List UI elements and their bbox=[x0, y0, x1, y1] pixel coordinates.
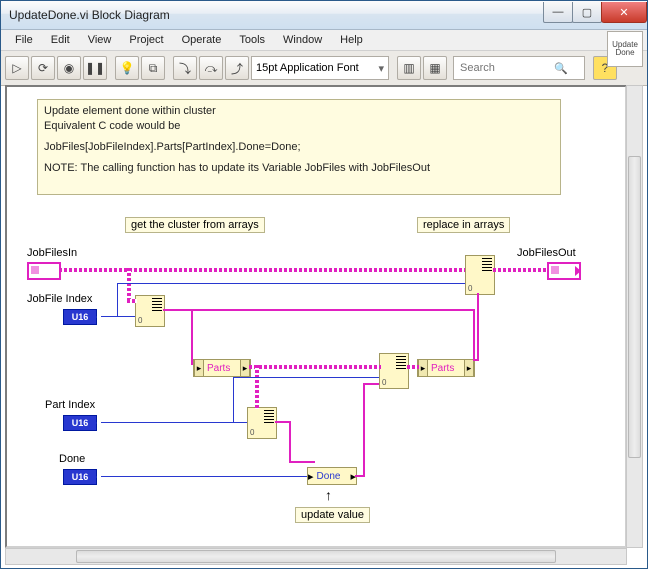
scroll-thumb[interactable] bbox=[628, 156, 641, 458]
window-title: UpdateDone.vi Block Diagram bbox=[9, 8, 544, 22]
maximize-button[interactable]: ▢ bbox=[572, 2, 602, 23]
wire bbox=[407, 365, 419, 369]
menu-operate[interactable]: Operate bbox=[174, 32, 230, 48]
font-label: 15pt Application Font bbox=[256, 62, 359, 74]
diagram: Update element done within cluster Equiv… bbox=[7, 87, 625, 546]
window-buttons: — ▢ ✕ bbox=[544, 2, 647, 22]
wire bbox=[289, 421, 291, 461]
wire bbox=[473, 309, 475, 359]
scroll-thumb[interactable] bbox=[76, 550, 556, 563]
wire bbox=[191, 309, 193, 365]
wire-blue bbox=[233, 377, 234, 422]
diagram-comment[interactable]: Update element done within cluster Equiv… bbox=[37, 99, 561, 195]
abort-button[interactable]: ◉ bbox=[57, 56, 81, 80]
distribute-button[interactable]: ▦ bbox=[423, 56, 447, 80]
label-done: Done bbox=[59, 453, 85, 465]
wire bbox=[355, 475, 365, 477]
label-replace[interactable]: replace in arrays bbox=[417, 217, 510, 233]
menu-edit[interactable]: Edit bbox=[43, 32, 78, 48]
label-get-cluster[interactable]: get the cluster from arrays bbox=[125, 217, 265, 233]
search-icon: 🔍 bbox=[554, 62, 568, 75]
label-jobfileindex: JobFile Index bbox=[27, 293, 92, 305]
block-diagram-canvas[interactable]: Update element done within cluster Equiv… bbox=[5, 85, 627, 548]
label-partindex: Part Index bbox=[45, 399, 95, 411]
bundle-handle-l: ▸ bbox=[418, 360, 428, 376]
pause-button[interactable]: ❚❚ bbox=[83, 56, 107, 80]
label-jobfilesin: JobFilesIn bbox=[27, 247, 77, 259]
node-index-array-1[interactable]: 0 bbox=[135, 295, 165, 327]
wire bbox=[275, 421, 291, 423]
bundle-handle-r: ▸ bbox=[464, 360, 474, 376]
titlebar[interactable]: UpdateDone.vi Block Diagram — ▢ ✕ bbox=[1, 1, 647, 30]
node-replace-array-2[interactable]: 0 bbox=[379, 353, 409, 389]
vi-icon[interactable]: Update Done bbox=[607, 31, 643, 67]
node-bundle-parts[interactable]: ▸ Parts ▸ bbox=[417, 359, 475, 377]
highlight-exec-button[interactable]: 💡 bbox=[115, 56, 139, 80]
toolbar: ▷ ⟳ ◉ ❚❚ 💡 ⧉ ⤵ ⤼ ⤴ 15pt Application Font… bbox=[1, 51, 647, 86]
unbundle-handle-l: ▸ bbox=[194, 360, 204, 376]
wire-blue bbox=[117, 283, 465, 284]
menu-help[interactable]: Help bbox=[332, 32, 371, 48]
wire-blue bbox=[101, 476, 307, 477]
node-bundle-done[interactable]: ▸ Done ▸ bbox=[307, 467, 357, 485]
menubar: File Edit View Project Operate Tools Win… bbox=[1, 30, 647, 51]
retain-wire-button[interactable]: ⧉ bbox=[141, 56, 165, 80]
wire bbox=[255, 365, 259, 409]
wire-blue bbox=[101, 422, 247, 423]
arrow-up-icon: ↑ bbox=[325, 487, 332, 503]
wire bbox=[249, 365, 381, 369]
control-done[interactable]: U16 bbox=[63, 469, 97, 485]
unbundle-field: Parts bbox=[204, 363, 233, 374]
label-jobfilesout: JobFilesOut bbox=[517, 247, 576, 259]
bundle-field-parts: Parts bbox=[428, 363, 457, 374]
wire bbox=[127, 299, 137, 303]
node-unbundle-parts[interactable]: ▸ Parts ▸ bbox=[193, 359, 251, 377]
control-partindex[interactable]: U16 bbox=[63, 415, 97, 431]
wire-blue bbox=[117, 283, 118, 316]
minimize-button[interactable]: — bbox=[543, 2, 573, 23]
control-jobfilesin[interactable] bbox=[27, 262, 61, 280]
run-continuous-button[interactable]: ⟳ bbox=[31, 56, 55, 80]
menu-project[interactable]: Project bbox=[121, 32, 171, 48]
wire bbox=[363, 383, 365, 475]
wire bbox=[477, 293, 479, 359]
label-update-value[interactable]: update value bbox=[295, 507, 370, 523]
search-box[interactable]: 🔍 bbox=[453, 56, 585, 80]
align-button[interactable]: ▥ bbox=[397, 56, 421, 80]
font-selector[interactable]: 15pt Application Font ▾ bbox=[251, 56, 389, 80]
wire bbox=[289, 461, 315, 463]
step-into-button[interactable]: ⤵ bbox=[173, 56, 197, 80]
wire bbox=[59, 268, 465, 272]
app-window: UpdateDone.vi Block Diagram — ▢ ✕ File E… bbox=[0, 0, 648, 569]
wire bbox=[473, 359, 479, 361]
menu-file[interactable]: File bbox=[7, 32, 41, 48]
wire bbox=[163, 309, 475, 311]
comment-l2: Equivalent C code would be bbox=[44, 119, 554, 134]
control-jobfileindex[interactable]: U16 bbox=[63, 309, 97, 325]
step-over-button[interactable]: ⤼ bbox=[199, 56, 223, 80]
wire-blue bbox=[233, 377, 379, 378]
node-index-array-2[interactable]: 0 bbox=[247, 407, 277, 439]
bundle-field-done: Done bbox=[314, 471, 344, 482]
horizontal-scrollbar[interactable] bbox=[5, 548, 627, 565]
vertical-scrollbar[interactable] bbox=[626, 85, 643, 548]
step-out-button[interactable]: ⤴ bbox=[225, 56, 249, 80]
search-input[interactable] bbox=[458, 61, 554, 75]
wire bbox=[363, 383, 379, 385]
wire-blue bbox=[101, 316, 135, 317]
run-button[interactable]: ▷ bbox=[5, 56, 29, 80]
menu-window[interactable]: Window bbox=[275, 32, 330, 48]
menu-tools[interactable]: Tools bbox=[231, 32, 273, 48]
comment-l1: Update element done within cluster bbox=[44, 104, 554, 119]
chevron-down-icon: ▾ bbox=[378, 62, 384, 75]
comment-l4: NOTE: The calling function has to update… bbox=[44, 161, 554, 176]
comment-l3: JobFiles[JobFileIndex].Parts[PartIndex].… bbox=[44, 140, 554, 155]
wire bbox=[493, 268, 547, 272]
indicator-jobfilesout[interactable] bbox=[547, 262, 581, 280]
menu-view[interactable]: View bbox=[80, 32, 120, 48]
node-replace-array-1[interactable]: 0 bbox=[465, 255, 495, 295]
vi-icon-l2: Done bbox=[615, 49, 634, 57]
close-button[interactable]: ✕ bbox=[601, 2, 647, 23]
